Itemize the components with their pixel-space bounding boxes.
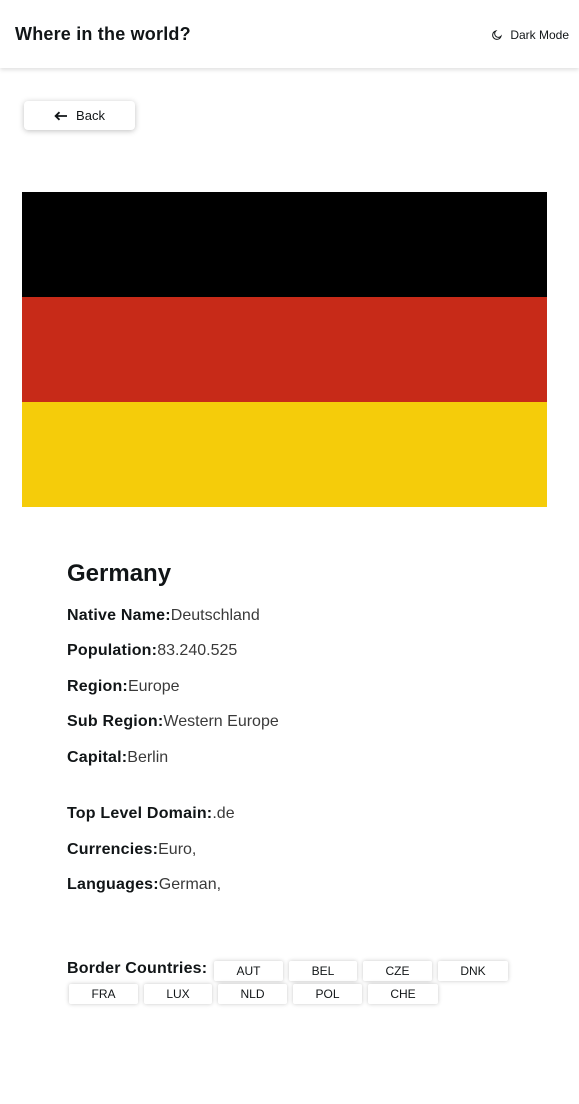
currencies-row: Currencies:Euro, [67, 840, 547, 860]
flag-stripe-black [22, 192, 547, 297]
population-label: Population: [67, 642, 158, 659]
capital-value: Berlin [127, 749, 169, 766]
border-country-chip[interactable]: FRA [69, 984, 138, 1004]
population-value: 83.240.525 [157, 642, 238, 659]
dark-mode-toggle[interactable]: Dark Mode [491, 28, 569, 42]
border-country-chip[interactable]: BEL [289, 961, 357, 981]
border-country-chip[interactable]: AUT [214, 961, 283, 981]
country-name: Germany [67, 560, 172, 587]
border-country-chip[interactable]: DNK [438, 961, 508, 981]
dark-mode-label: Dark Mode [510, 27, 569, 42]
region-row: Region:Europe [67, 677, 547, 697]
back-label: Back [76, 108, 105, 123]
population-row: Population:83.240.525 [67, 641, 547, 661]
native-name-label: Native Name: [67, 607, 171, 624]
tld-value: .de [212, 805, 235, 822]
back-button[interactable]: Back [24, 101, 135, 130]
header: Where in the world? Dark Mode [0, 0, 579, 68]
flag-stripe-red [22, 297, 547, 402]
region-value: Europe [127, 678, 180, 695]
capital-label: Capital: [67, 749, 128, 766]
border-country-chip[interactable]: LUX [144, 984, 212, 1004]
native-name-value: Deutschland [170, 607, 260, 624]
country-details: Germany Native Name:Deutschland Populati… [67, 556, 547, 895]
languages-value: German, [158, 876, 222, 893]
border-country-chip[interactable]: NLD [218, 984, 287, 1004]
currencies-label: Currencies: [67, 841, 159, 858]
border-country-chip[interactable]: POL [293, 984, 362, 1004]
subregion-label: Sub Region: [67, 713, 164, 730]
languages-row: Languages:German, [67, 875, 547, 895]
border-country-chip[interactable]: CZE [363, 961, 432, 981]
capital-row: Capital:Berlin [67, 748, 547, 768]
tld-label: Top Level Domain: [67, 805, 213, 822]
region-label: Region: [67, 678, 128, 695]
arrow-left-icon [54, 111, 68, 120]
app-title: Where in the world? [15, 23, 191, 44]
flag-stripe-gold [22, 402, 547, 507]
languages-label: Languages: [67, 876, 159, 893]
border-countries-label: Border Countries: [67, 960, 208, 977]
tld-row: Top Level Domain:.de [67, 804, 547, 824]
border-country-chip[interactable]: CHE [368, 984, 438, 1004]
currencies-value: Euro, [158, 841, 197, 858]
subregion-value: Western Europe [163, 713, 279, 730]
subregion-row: Sub Region:Western Europe [67, 712, 547, 732]
native-name-row: Native Name:Deutschland [67, 606, 547, 626]
moon-icon [492, 29, 503, 40]
country-flag [22, 192, 547, 507]
